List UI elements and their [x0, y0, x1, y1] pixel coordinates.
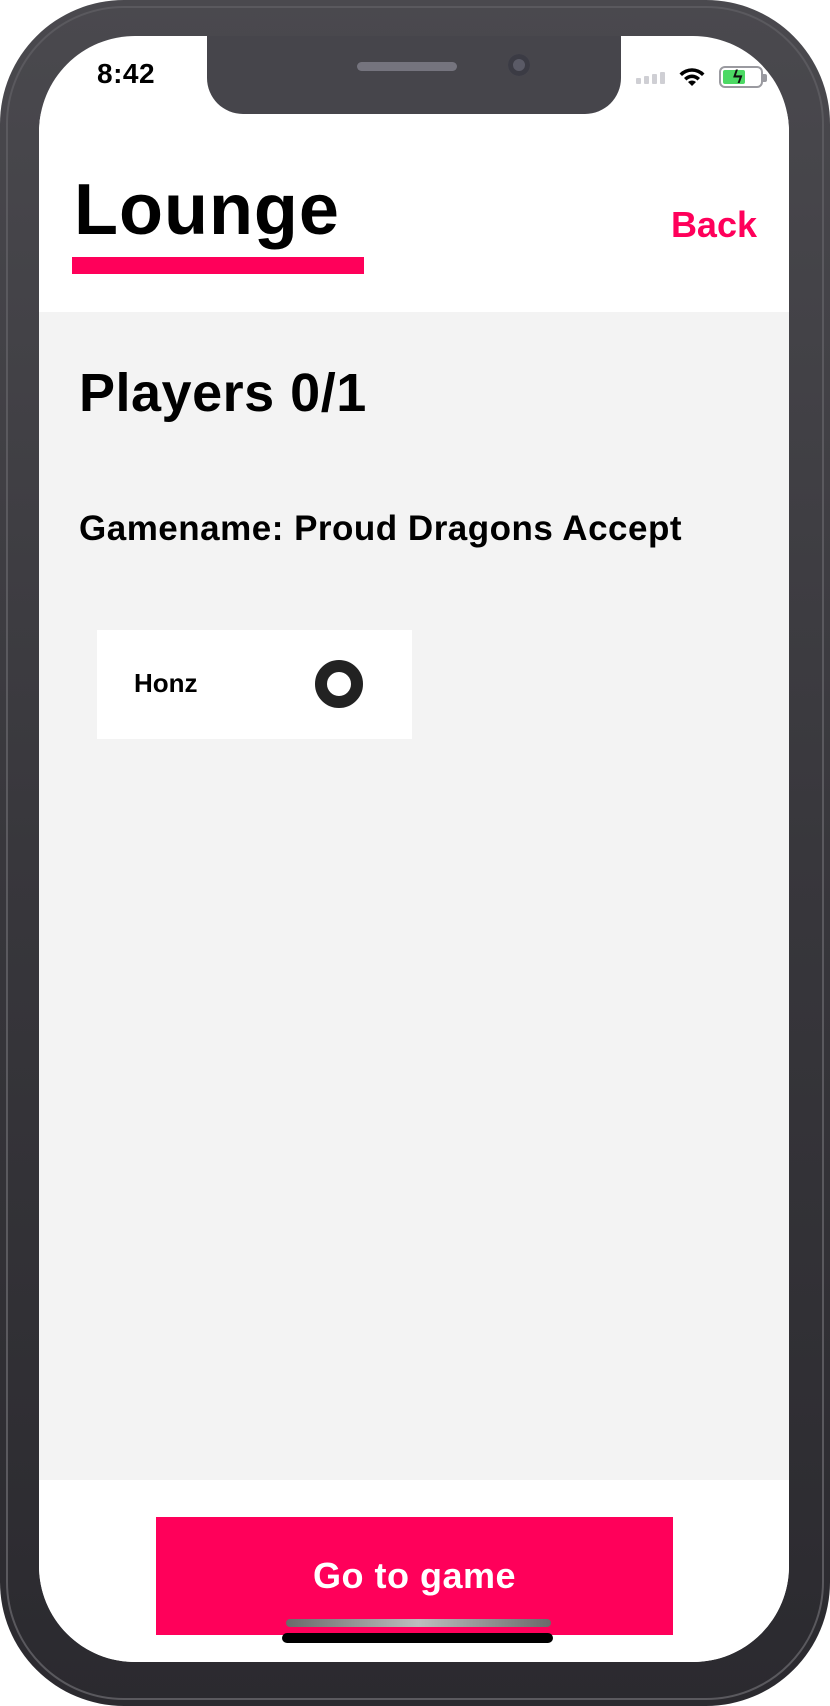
ring-icon [315, 660, 363, 708]
wifi-icon [679, 68, 705, 86]
status-time: 8:42 [97, 58, 156, 89]
page-title: Lounge [74, 170, 340, 250]
home-indicator-reflection [286, 1619, 551, 1627]
battery-charging-icon: ϟ [719, 66, 767, 88]
home-indicator[interactable] [282, 1633, 553, 1643]
title-underline [72, 257, 364, 274]
phone-frame: 8:42 ϟ Lounge Back Players 0/1 Gamename:… [0, 0, 830, 1706]
players-count-heading: Players 0/1 [79, 363, 367, 423]
cellular-signal-icon [636, 70, 665, 84]
speaker-grille [357, 62, 457, 71]
header: Lounge Back [39, 114, 789, 312]
notch [207, 36, 621, 114]
back-button[interactable]: Back [671, 204, 757, 246]
phone-screen: 8:42 ϟ Lounge Back Players 0/1 Gamename:… [39, 36, 789, 1662]
go-to-game-button[interactable]: Go to game [156, 1517, 673, 1635]
gamename-label: Gamename: Proud Dragons Accept [79, 509, 683, 548]
player-card: Honz [97, 630, 412, 739]
status-icons: ϟ [636, 66, 767, 88]
lounge-content: Players 0/1 Gamename: Proud Dragons Acce… [39, 312, 789, 1480]
player-name: Honz [134, 668, 198, 698]
camera-icon [508, 54, 530, 76]
